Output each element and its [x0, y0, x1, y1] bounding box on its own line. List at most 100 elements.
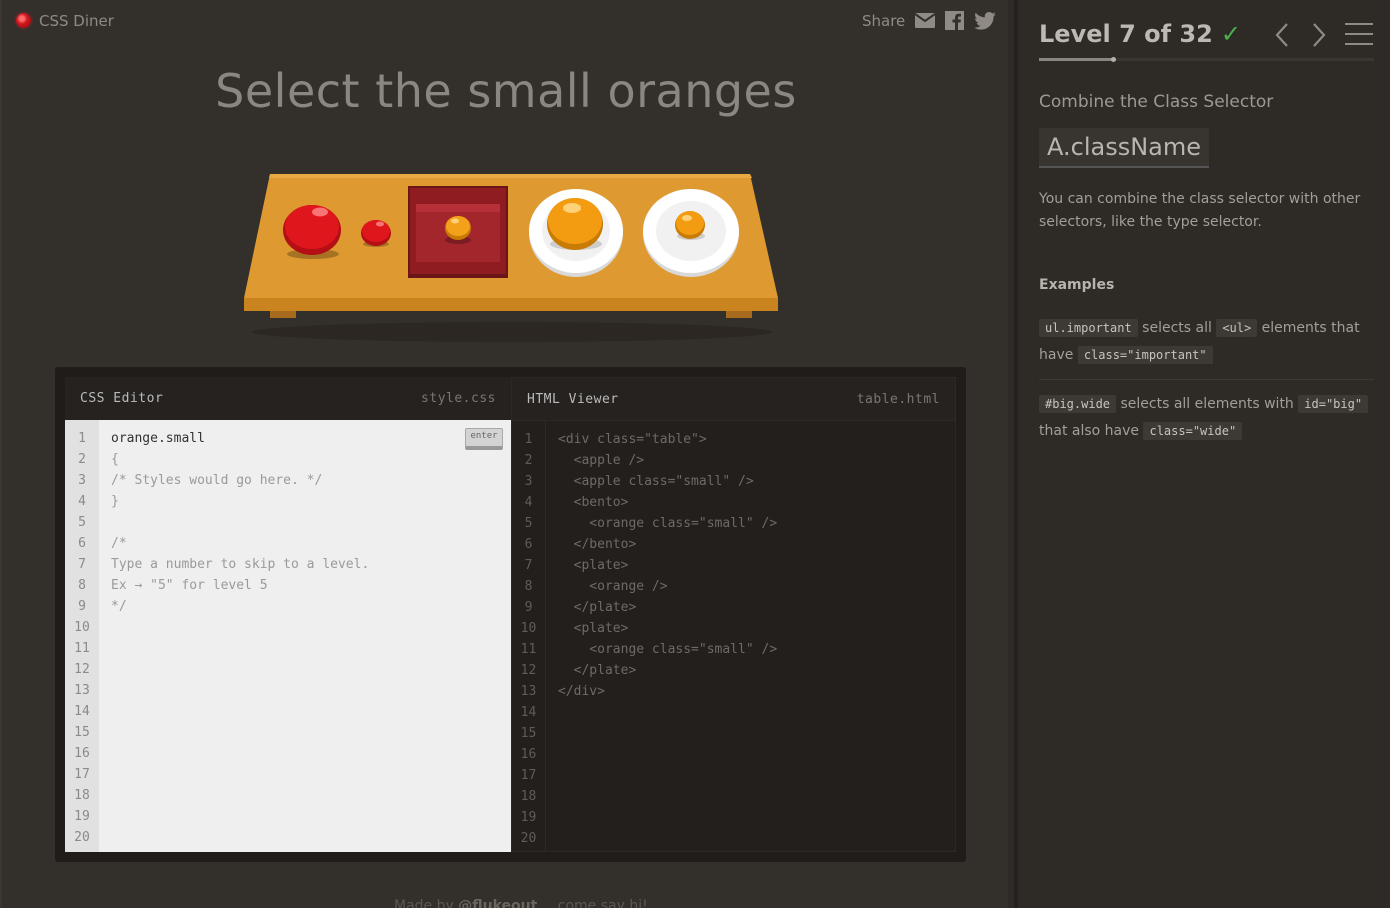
line-number: 16	[520, 747, 537, 762]
level-label[interactable]: Level 7 of 32	[1039, 20, 1213, 48]
line-number: 12	[74, 662, 90, 677]
css-line-numbers: 1 2 3 4 5 6 7 8 9 10 11 12 13 14 15 16 17 18 19 20	[65, 420, 99, 852]
logo[interactable]: CSS Diner	[14, 11, 114, 30]
code-line: <bento>	[558, 495, 629, 510]
line-number: 8	[524, 579, 533, 594]
code-line: <orange />	[558, 579, 668, 594]
line-number: 13	[74, 683, 90, 698]
next-level-icon[interactable]	[1310, 22, 1328, 52]
code-line: <div class="table">	[558, 432, 707, 447]
line-number: 3	[78, 473, 86, 488]
selector-name: Combine the Class Selector	[1039, 92, 1274, 112]
line-number: 18	[74, 788, 90, 803]
examples-divider	[1039, 379, 1374, 380]
example-2: #big.wide selects all elements with id="…	[1039, 391, 1374, 445]
level-progress-bar	[1039, 57, 1374, 62]
code-line: */	[111, 599, 127, 614]
game-area: CSS Diner Share Select the small oranges	[0, 0, 1008, 908]
apple-logo-icon	[14, 11, 33, 30]
example-code: #big.wide	[1039, 395, 1117, 413]
example-code: class="wide"	[1143, 422, 1243, 440]
code-line: </plate>	[558, 663, 637, 678]
html-viewer-pane: HTML Viewer table.html 1 2 3 4 5 6 7 8 9 10 11 12 13…	[511, 377, 956, 852]
css-editor-pane: CSS Editor style.css 1 2 3 4 5 6 7 8 9 10 11 12 13 14…	[65, 377, 511, 852]
css-filename: style.css	[421, 391, 496, 406]
css-editor-body: 1 2 3 4 5 6 7 8 9 10 11 12 13 14 15 16 17 18 19 20 orange.s…	[65, 420, 511, 852]
line-number: 6	[524, 537, 533, 552]
level-instruction: Select the small oranges	[215, 64, 797, 118]
twitter-icon[interactable]	[974, 11, 997, 30]
previous-level-icon[interactable]	[1273, 22, 1291, 52]
code-line: /* Styles would go here. */	[111, 473, 323, 488]
selector-syntax: A.className	[1039, 128, 1210, 168]
line-number: 10	[74, 620, 90, 635]
line-number: 9	[78, 599, 86, 614]
examples-title: Examples	[1039, 277, 1115, 293]
line-number: 19	[520, 810, 537, 825]
code-line: }	[111, 494, 119, 509]
line-number: 2	[524, 453, 533, 468]
line-number: 17	[520, 768, 537, 783]
line-number: 3	[524, 474, 533, 489]
plate-item[interactable]	[642, 188, 740, 278]
level-header: Level 7 of 32 ✓	[1039, 20, 1241, 48]
email-icon[interactable]	[915, 13, 936, 28]
line-number: 15	[74, 725, 90, 740]
code-line: Ex → "5" for level 5	[111, 578, 268, 593]
line-number: 5	[78, 515, 86, 530]
menu-icon[interactable]	[1345, 22, 1373, 50]
editor: CSS Editor style.css 1 2 3 4 5 6 7 8 9 10 11 12 13 14…	[55, 367, 966, 862]
selector-hint: You can combine the class selector with …	[1039, 191, 1361, 230]
html-filename: table.html	[856, 391, 940, 407]
css-editor-header: CSS Editor style.css	[65, 377, 511, 420]
css-editor-title: CSS Editor	[80, 391, 164, 406]
checkmark-icon: ✓	[1220, 20, 1241, 48]
code-line: <apple class="small" />	[558, 474, 754, 489]
share-label: Share	[862, 11, 906, 30]
footer: Made by @flukeout come say hi!	[394, 898, 648, 908]
css-code: orange.small {/* Styles would go here. */…	[99, 420, 511, 852]
html-viewer-header: HTML Viewer table.html	[512, 378, 955, 421]
line-number: 7	[78, 557, 86, 572]
code-line: </div>	[558, 684, 605, 699]
plate-item[interactable]	[528, 188, 624, 278]
bento-item[interactable]	[408, 186, 508, 278]
level-progress-marker	[1110, 57, 1116, 62]
say-hi-text: come say hi!	[557, 898, 648, 908]
code-line: </plate>	[558, 600, 637, 615]
line-number: 5	[524, 516, 533, 531]
line-number: 4	[78, 494, 86, 509]
line-number: 20	[520, 831, 537, 846]
line-number: 12	[520, 663, 537, 678]
line-number: 7	[524, 558, 533, 573]
code-line: Type a number to skip to a level.	[111, 557, 370, 572]
example-code: ul.important	[1039, 319, 1138, 337]
code-line: <plate>	[558, 558, 629, 573]
line-number: 14	[74, 704, 90, 719]
line-number: 20	[74, 830, 90, 845]
line-number: 11	[74, 641, 90, 656]
level-progress-fill	[1039, 58, 1113, 61]
logo-text: CSS Diner	[39, 11, 114, 30]
example-code: id="big"	[1298, 395, 1369, 413]
code-line: /*	[111, 536, 127, 551]
code-line: </bento>	[558, 537, 637, 552]
example-code: <ul>	[1216, 319, 1258, 337]
line-number: 15	[520, 726, 537, 741]
apple-item[interactable]	[282, 202, 344, 260]
line-number: 10	[520, 621, 537, 636]
dinner-table	[242, 174, 782, 344]
example-1: ul.important selects all <ul> elements t…	[1039, 315, 1374, 369]
example-text: selects all elements with	[1120, 396, 1294, 412]
facebook-icon[interactable]	[945, 11, 965, 30]
line-number: 18	[520, 789, 537, 804]
line-number: 6	[78, 536, 86, 551]
line-number: 1	[524, 432, 533, 447]
footer-prefix: Made by	[394, 898, 459, 908]
line-number: 14	[520, 705, 537, 720]
share-bar: Share	[862, 11, 997, 30]
enter-button[interactable]: enter	[465, 428, 503, 450]
author-link[interactable]: @flukeout	[458, 898, 537, 908]
css-selector-input[interactable]: orange.small	[111, 428, 511, 449]
small-apple-item[interactable]	[360, 218, 392, 248]
